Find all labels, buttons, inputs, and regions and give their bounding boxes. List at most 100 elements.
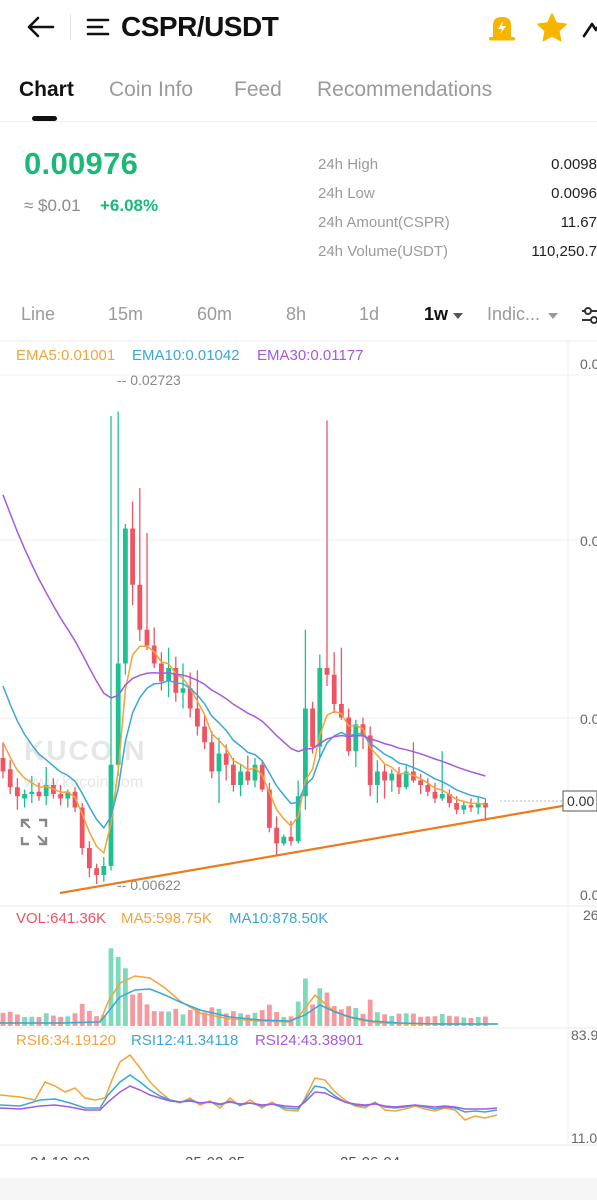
volume-bar <box>187 1010 193 1026</box>
rsi12-legend: RSI12:41.34118 <box>131 1032 239 1049</box>
price-axis-label: 0.0 <box>580 711 597 727</box>
volume-bar <box>180 1014 186 1026</box>
stat-label-low: 24h Low <box>318 185 375 202</box>
candle-body <box>202 726 207 743</box>
stat-label-volume: 24h Volume(USDT) <box>318 243 449 260</box>
volume-bar <box>7 1011 13 1026</box>
price-alert-icon[interactable] <box>486 12 518 44</box>
volume-bar <box>115 956 121 1026</box>
rsi-axis-bottom: 11.0 <box>571 1130 597 1146</box>
candle-body <box>310 708 315 747</box>
candle-body <box>166 668 171 682</box>
volume-bar <box>130 994 135 1026</box>
volume-bar <box>267 1004 272 1026</box>
interval-1w[interactable]: 1w <box>424 304 448 325</box>
candle-body <box>195 708 200 727</box>
ema30-legend: EMA30:0.01177 <box>257 347 364 364</box>
ema30-line <box>2 494 486 777</box>
volume-bar <box>375 1012 380 1026</box>
price-change: +6.08% <box>100 196 159 215</box>
favorite-star-icon[interactable] <box>535 11 569 45</box>
candle-body <box>396 773 402 788</box>
candle-body <box>389 773 395 781</box>
volume-bar <box>317 988 323 1026</box>
tab-recommendations[interactable]: Recommendations <box>317 78 492 102</box>
candle-body <box>209 742 215 772</box>
volume-bar <box>389 1015 395 1026</box>
back-arrow-icon[interactable] <box>24 12 56 42</box>
indicators-dropdown[interactable]: Indic... <box>487 304 540 325</box>
candle-body <box>29 791 35 794</box>
interval-line[interactable]: Line <box>21 304 55 325</box>
pair-title[interactable]: CSPR/USDT <box>121 11 279 43</box>
candle-body <box>231 764 236 785</box>
candle-body <box>101 866 107 875</box>
candle-body <box>144 629 150 646</box>
candle-body <box>353 724 359 752</box>
candle-body <box>274 827 279 844</box>
volume-bar <box>123 968 128 1026</box>
high-annotation: -- 0.02723 <box>117 372 181 388</box>
candle-body <box>454 803 459 810</box>
tab-feed[interactable]: Feed <box>234 78 282 102</box>
volume-bar <box>468 1018 474 1026</box>
candle-body <box>15 787 20 797</box>
rsi24-line <box>0 1085 498 1111</box>
stat-value-volume: 110,250.7 <box>531 243 597 260</box>
chart-settings-icon[interactable] <box>582 14 597 42</box>
candle-body <box>216 753 222 772</box>
current-price-tag-text: 0.00 <box>567 793 594 809</box>
date-label: 25-02-05 <box>185 1154 245 1160</box>
tab-chart[interactable]: Chart <box>19 78 74 102</box>
rsi-axis-top: 83.9 <box>571 1027 597 1043</box>
candle-body <box>123 528 128 664</box>
interval-15m[interactable]: 15m <box>108 304 143 325</box>
rsi6-legend: RSI6:34.19120 <box>16 1032 117 1049</box>
candle-body <box>94 868 99 875</box>
volume-bar <box>87 1010 92 1026</box>
volume-bar <box>209 1007 215 1026</box>
interval-1d[interactable]: 1d <box>359 304 379 325</box>
bottom-strip <box>0 1178 597 1200</box>
menu-icon[interactable] <box>86 14 110 40</box>
volume-bar <box>15 1014 20 1026</box>
chart-area[interactable]: KUCOIN www.kucoin.com -- 0.02723 -- 0.00… <box>0 340 597 1171</box>
volume-bar <box>274 1011 279 1026</box>
volume-bar <box>166 1011 171 1026</box>
chart-tools-icon[interactable] <box>580 304 597 328</box>
volume-bar <box>108 948 114 1026</box>
candle-body <box>331 674 337 704</box>
volume-bar <box>295 1001 301 1026</box>
volume-bar <box>43 1013 49 1026</box>
volume-bar <box>0 1012 6 1026</box>
fiat-price: ≈ $0.01 <box>24 196 81 215</box>
volume-bars-group <box>0 948 488 1026</box>
vol-axis-label: 26 <box>583 907 597 923</box>
stat-value-high: 0.0098 <box>551 156 597 173</box>
candle-body <box>425 785 431 792</box>
low-annotation: -- 0.00622 <box>117 877 181 893</box>
stat-label-amount: 24h Amount(CSPR) <box>318 214 450 231</box>
interval-8h[interactable]: 8h <box>286 304 306 325</box>
volume-bar <box>51 1015 56 1026</box>
volume-bar <box>72 1013 78 1026</box>
tab-coin-info[interactable]: Coin Info <box>109 78 193 102</box>
candle-body <box>281 836 287 844</box>
interval-60m[interactable]: 60m <box>197 304 232 325</box>
volume-bar <box>310 1004 315 1026</box>
volume-bar <box>137 992 143 1026</box>
candle-body <box>7 769 13 788</box>
candle-body <box>0 758 6 772</box>
candle-body <box>137 584 143 630</box>
tab-active-indicator <box>32 116 57 121</box>
fullscreen-icon[interactable] <box>20 818 48 846</box>
candle-body <box>468 805 474 808</box>
volume-bar <box>29 1016 35 1026</box>
candle-body <box>180 688 186 693</box>
volume-bar <box>94 1016 99 1026</box>
watermark-url: www.kucoin.com <box>23 774 143 791</box>
volume-bar <box>173 1008 179 1026</box>
candle-body <box>439 794 445 799</box>
volume-bar <box>159 1011 164 1026</box>
ema10-legend: EMA10:0.01042 <box>132 347 240 364</box>
